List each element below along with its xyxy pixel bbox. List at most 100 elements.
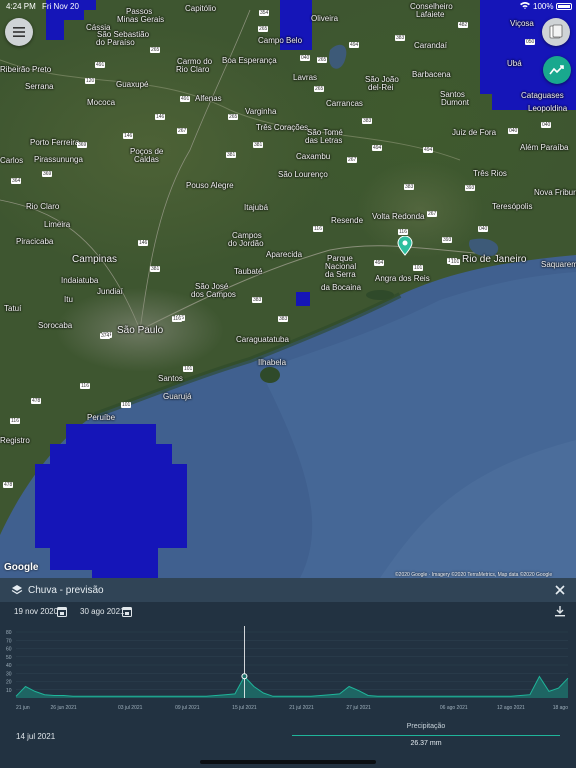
road-shield: 494 [372,145,383,151]
map-city-label: Leopoldina [528,104,568,113]
map-city-label: Sorocaba [38,321,73,330]
map-city-label: Serrana [25,82,54,91]
road-shield: 369 [77,142,88,148]
map-city-label: Carlos [0,156,24,165]
map-city-label: Pouso Alegre [186,181,234,190]
chart-x-tick-label: 09 jul 2021 [175,705,200,711]
map-city-label: São Lourenço [278,170,328,179]
road-shield: 101 [183,366,194,372]
road-shield: 491 [95,62,106,68]
calendar-icon[interactable] [122,606,132,617]
road-shield: 383 [404,184,415,190]
road-shield: 146 [123,133,134,139]
rain-overlay-block [92,570,158,578]
download-icon[interactable] [554,605,566,617]
precipitation-chart[interactable]: 80 70 60 50 40 30 20 10 21 jun 26 jun 2021 03 jul… [0,624,576,716]
road-shield: 354 [259,10,270,16]
map-layers-icon [549,24,563,39]
status-time: 4:24 PM [6,2,36,11]
start-date[interactable]: 19 nov 2020 [14,607,58,616]
rain-overlay-block [50,548,158,570]
map-city-label: Limeira [44,220,71,229]
map-city-label: Boa Esperança [222,56,277,65]
menu-button[interactable] [5,18,33,46]
road-shield: 381 [253,142,264,148]
map-city-label: Carandaí [414,41,447,50]
map-city-label: Barbacena [412,70,451,79]
road-shield: 364 [11,178,22,184]
map-city-label: Capitólio [185,4,217,13]
map-city-label: Piracicaba [16,237,54,246]
map-city-label: Saquarema [541,260,576,269]
road-shield: 146 [155,114,166,120]
road-shield: 116 [398,229,408,235]
chart-grid [16,631,568,691]
rain-overlay-block [50,444,172,464]
road-shield: 050 [525,39,536,45]
road-shield: 146 [138,240,149,246]
road-shield: 040 [478,226,489,232]
map-city-label: Itajubá [244,203,269,212]
map-city-label: Viçosa [510,19,534,28]
chart-y-tick-label: 40 [6,663,12,669]
road-shield: 482 [458,22,469,28]
metric-label: Precipitação [406,723,446,730]
panel-title: Chuva - previsão [28,585,104,596]
map-city-label: Aparecida [266,250,303,259]
map-city-label: Porto Ferreira [30,138,80,147]
map-city-label: Caldas [134,155,159,164]
map-view[interactable]: Capitólio Passos Minas Gerais São Sebast… [0,0,576,578]
road-shield: 383 [395,35,406,41]
layers-icon [11,585,23,595]
map-city-label: Minas Gerais [117,15,165,24]
map-city-label: Nova Friburgo [534,188,576,197]
home-indicator [200,760,376,764]
chart-y-tick-label: 60 [6,647,12,653]
wifi-icon [520,1,530,11]
map-city-label: Teresópolis [492,202,533,211]
map-city-label: Rio Claro [26,202,60,211]
map-city-label: do Paraíso [96,38,135,47]
road-shield: 265 [317,57,328,63]
calendar-icon[interactable] [57,606,67,617]
map-city-label: Lafaiete [416,10,445,19]
map-city-label: Caxambu [296,152,331,161]
road-shield: 494 [374,260,385,266]
map-city-label: Ilhabela [258,358,287,367]
location-pin-icon[interactable] [397,236,413,256]
map-city-label: das Letras [305,136,343,145]
chart-x-tick-label: 26 jun 2021 [51,705,77,711]
road-shield: 265 [258,26,269,32]
road-shield: 265 [150,47,161,53]
map-city-label: Registro [0,436,30,445]
map-city-label: Angra dos Reis [375,274,430,283]
map-city-label: Ribeirão Preto [0,65,52,74]
map-city-label: del-Rei [368,83,394,92]
map-city-label: Lavras [293,73,318,82]
chart-series-area [16,676,568,698]
map-city-label: do Jordão [228,239,264,248]
chart-toggle-button[interactable] [543,56,571,84]
road-shield: 101 [121,402,132,408]
rain-overlay-block [84,0,96,10]
close-icon[interactable] [553,583,567,597]
forecast-panel: Chuva - previsão 19 nov 2020 30 ago 2021… [0,578,576,768]
metric-value: 26.37 mm [410,740,442,747]
chart-x-tick-label: 21 jun [16,705,30,711]
map-city-label: Guaxupé [116,80,149,89]
map-city-label: da Bocaina [321,283,362,292]
chart-y-tick-label: 50 [6,655,12,661]
map-city-label: Alfenas [195,94,222,103]
map-city-label: Campinas [72,254,118,265]
road-shield: 116 [172,316,182,322]
battery-icon [556,3,572,10]
map-city-label: Três Corações [256,123,309,132]
chart-x-tick-label: 18 ago [553,705,569,711]
road-shield: 381 [150,266,161,272]
end-date[interactable]: 30 ago 2021 [80,607,125,616]
chart-y-tick-label: 70 [6,638,12,644]
chart-x-tick-label: 27 jul 2021 [346,705,371,711]
map-type-button[interactable] [542,18,570,46]
hamburger-icon [13,27,25,37]
chart-cursor-point[interactable] [241,673,248,680]
